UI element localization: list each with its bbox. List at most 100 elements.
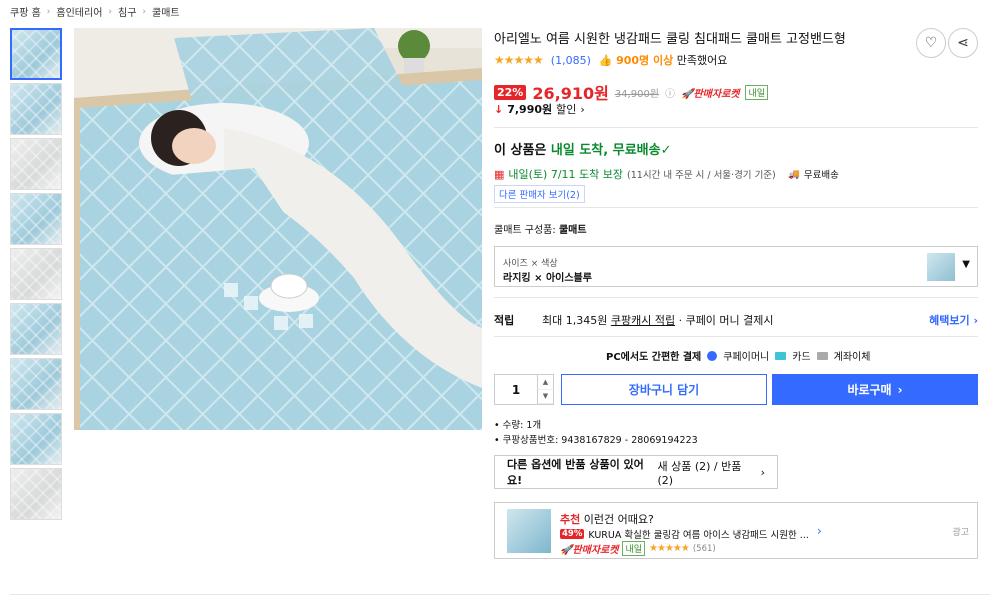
reward-prefix: 최대 1,345원 bbox=[542, 314, 608, 327]
chevron-right-icon: › bbox=[760, 465, 765, 479]
free-shipping-label: 무료배송 bbox=[803, 170, 839, 181]
chevron-right-icon: › bbox=[897, 382, 903, 397]
reco-discount-badge: 49% bbox=[560, 529, 585, 539]
shipping-headline: 이 상품은 내일 도착, 무료배송✓ bbox=[494, 139, 671, 158]
reward-row: 적립 최대 1,345원 쿠팡캐시 적립 · 쿠페이 머니 결제시 혜택보기 › bbox=[494, 312, 978, 328]
reward-link[interactable]: 쿠팡캐시 적립 bbox=[611, 312, 675, 328]
product-title: 아리엘노 여름 시원한 냉감패드 쿨링 침대패드 쿨매트 고정밴드형 bbox=[494, 32, 846, 47]
satisfaction-label: 만족했어요 bbox=[676, 54, 728, 67]
review-count-link[interactable]: (1,085) bbox=[551, 54, 591, 67]
fact-quantity: 수량: 1개 bbox=[494, 418, 698, 433]
reco-rocket-badge: 🚀판매자로켓 bbox=[560, 541, 618, 556]
card-icon bbox=[775, 351, 787, 360]
payment-bank: 계좌이체 bbox=[833, 352, 871, 363]
thumbnail[interactable] bbox=[10, 28, 62, 80]
product-photo bbox=[74, 28, 482, 430]
shipping-prefix: 이 상품은 bbox=[494, 143, 547, 158]
buy-now-label: 바로구매 bbox=[847, 383, 892, 397]
free-shipping: 🚚 무료배송 bbox=[788, 167, 839, 182]
quantity-stepper: 1 ▲ ▼ bbox=[494, 374, 554, 405]
decrement-icon[interactable]: ▼ bbox=[538, 390, 553, 404]
option-swatch bbox=[927, 253, 955, 281]
payment-methods: PC에서도 간편한 결제 쿠페이머니 카드 계좌이체 bbox=[606, 348, 870, 363]
return-banner-bold: 다른 옵션에 반품 상품이 있어요! bbox=[507, 458, 644, 487]
thumbnail[interactable] bbox=[10, 468, 62, 520]
rating-row: ★★★★★ (1,085) 👍 900명 이상 만족했어요 bbox=[494, 52, 727, 68]
rocket-label: 판매자로켓 bbox=[693, 88, 740, 100]
reco-title: 추천 이런건 어때요? bbox=[560, 511, 654, 527]
chevron-right-icon: › bbox=[142, 6, 147, 17]
ad-label: 광고 bbox=[952, 528, 969, 538]
reco-product-name: KURUA 확실한 쿨링감 여름 아이스 냉감패드 시원한 ... bbox=[588, 530, 809, 541]
reco-tomorrow-badge: 내일 bbox=[622, 541, 646, 556]
bank-icon bbox=[816, 351, 828, 360]
rocket-icon: 🚀 bbox=[681, 88, 694, 100]
option-value: 라지킹 × 아이스블루 bbox=[503, 273, 592, 284]
reco-meta: 🚀판매자로켓 내일 ★★★★★ (561) bbox=[560, 541, 716, 556]
composition: 쿨매트 구성품: 쿨매트 bbox=[494, 221, 587, 236]
coupon-amount: 7,990원 bbox=[507, 103, 553, 116]
divider bbox=[494, 127, 978, 128]
increment-icon[interactable]: ▲ bbox=[538, 375, 553, 390]
satisfaction-text: 👍 900명 이상 만족했어요 bbox=[599, 52, 727, 68]
payment-card: 카드 bbox=[792, 352, 811, 363]
benefit-link[interactable]: 혜택보기 › bbox=[929, 312, 978, 328]
reco-image bbox=[507, 509, 551, 553]
breadcrumb: 쿠팡 홈 › 홈인테리어 › 침구 › 쿨매트 bbox=[10, 4, 180, 20]
recommendation-card[interactable]: 추천 이런건 어때요? 49% KURUA 확실한 쿨링감 여름 아이스 냉감패… bbox=[494, 502, 978, 559]
rocket-icon: 🚀 bbox=[560, 545, 573, 556]
other-seller-button[interactable]: 다른 판매자 보기(2) bbox=[494, 185, 585, 203]
divider bbox=[494, 207, 978, 208]
thumbnail[interactable] bbox=[10, 413, 62, 465]
return-options-banner[interactable]: 다른 옵션에 반품 상품이 있어요! 새 상품 (2) / 반품 (2) › bbox=[494, 455, 778, 489]
thumbnail[interactable] bbox=[10, 83, 62, 135]
divider bbox=[10, 594, 990, 595]
breadcrumb-bedding[interactable]: 침구 bbox=[118, 4, 136, 19]
delivery-row: ▦ 내일(토) 7/11 도착 보장 (11시간 내 주문 시 / 서울·경기 … bbox=[494, 166, 978, 182]
info-icon[interactable]: ⓘ bbox=[665, 85, 675, 100]
divider bbox=[494, 297, 978, 298]
delivery-note: (11시간 내 주문 시 / 서울·경기 기준) bbox=[627, 170, 776, 181]
quantity-input[interactable]: 1 bbox=[495, 375, 537, 404]
option-select[interactable]: 사이즈 × 색상 라지킹 × 아이스블루 ▼ bbox=[494, 246, 978, 287]
thumbnail[interactable] bbox=[10, 193, 62, 245]
original-price: 34,900원 bbox=[614, 88, 660, 100]
chevron-right-icon[interactable]: › bbox=[817, 524, 822, 538]
coupon-label: 할인 bbox=[556, 103, 577, 116]
coupay-icon bbox=[707, 350, 718, 361]
breadcrumb-coolmat[interactable]: 쿨매트 bbox=[152, 4, 180, 19]
return-banner-rest: 새 상품 (2) / 반품 (2) bbox=[657, 459, 742, 487]
reco-stars: ★★★★★ bbox=[649, 543, 690, 554]
payment-title: PC에서도 간편한 결제 bbox=[606, 352, 702, 363]
breadcrumb-home[interactable]: 쿠팡 홈 bbox=[10, 4, 41, 19]
caret-down-icon: ▼ bbox=[962, 259, 970, 270]
thumbnail[interactable] bbox=[10, 248, 62, 300]
thumbnail[interactable] bbox=[10, 138, 62, 190]
truck-icon: 🚚 bbox=[788, 168, 800, 180]
reco-product-line: 49% KURUA 확실한 쿨링감 여름 아이스 냉감패드 시원한 ... bbox=[560, 527, 809, 541]
thumbnail[interactable] bbox=[10, 358, 62, 410]
coupon-discount-link[interactable]: ↓ 7,990원 할인 › bbox=[494, 101, 585, 117]
fact-product-number: 쿠팡상품번호: 9438167829 - 28069194223 bbox=[494, 433, 698, 448]
add-to-cart-button[interactable]: 장바구니 담기 bbox=[561, 374, 767, 405]
chevron-right-icon: › bbox=[108, 6, 112, 17]
share-icon[interactable]: ⋖ bbox=[948, 28, 978, 58]
divider bbox=[494, 336, 978, 337]
chevron-right-icon: › bbox=[580, 102, 585, 116]
main-product-image bbox=[74, 28, 482, 430]
calendar-icon: ▦ bbox=[494, 167, 505, 181]
satisfaction-count: 900명 이상 bbox=[616, 54, 674, 67]
heart-icon[interactable]: ♡ bbox=[916, 28, 946, 58]
breadcrumb-interior[interactable]: 홈인테리어 bbox=[56, 4, 102, 19]
chevron-right-icon: › bbox=[46, 6, 51, 17]
option-keys: 사이즈 × 색상 bbox=[503, 259, 558, 269]
check-icon: ✓ bbox=[660, 143, 672, 158]
product-facts: 수량: 1개 쿠팡상품번호: 9438167829 - 28069194223 bbox=[494, 418, 698, 448]
composition-label: 쿨매트 구성품: bbox=[494, 225, 556, 236]
payment-coupay: 쿠페이머니 bbox=[723, 352, 770, 363]
thumbnail-list bbox=[10, 28, 62, 523]
thumbnail[interactable] bbox=[10, 303, 62, 355]
tomorrow-badge: 내일 bbox=[745, 84, 769, 100]
buy-now-button[interactable]: 바로구매 › bbox=[772, 374, 978, 405]
arrow-down-icon: ↓ bbox=[494, 102, 504, 116]
